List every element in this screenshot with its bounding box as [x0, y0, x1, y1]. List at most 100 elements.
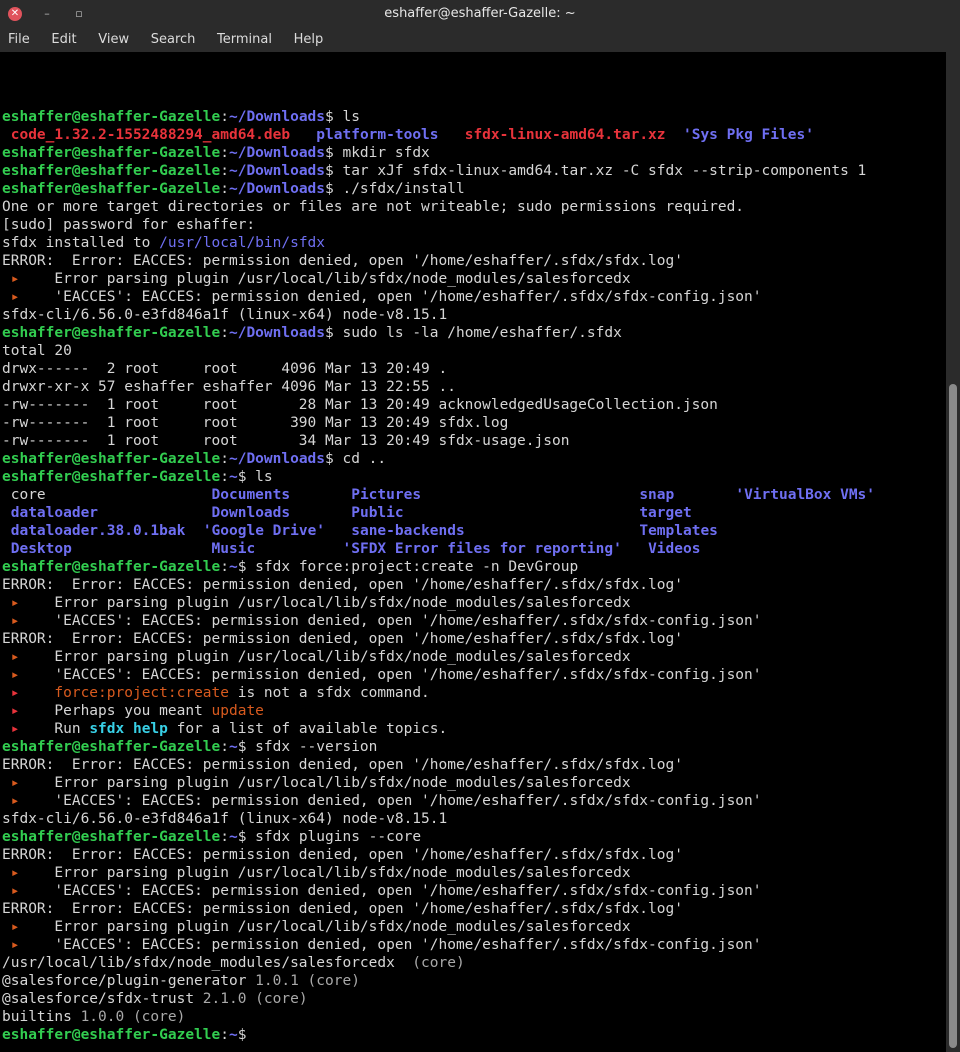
terminal-line: ▸ Perhaps you meant update: [2, 702, 875, 720]
terminal-text-segment: 'EACCES': EACCES: permission denied, ope…: [19, 667, 762, 683]
terminal-line: sfdx-cli/6.56.0-e3fd846a1f (linux-x64) n…: [2, 306, 875, 324]
terminal-text-segment: ▸: [2, 667, 20, 683]
terminal-text-segment: $ ls: [237, 469, 273, 485]
terminal-line: /usr/local/lib/sfdx/node_modules/salesfo…: [2, 954, 875, 972]
terminal-text-segment: eshaffer@eshaffer-Gazelle: [2, 829, 221, 845]
terminal-line: eshaffer@eshaffer-Gazelle:~$: [2, 1026, 875, 1044]
terminal-line: -rw------- 1 root root 390 Mar 13 20:49 …: [2, 414, 875, 432]
window-title: eshaffer@eshaffer-Gazelle: ~: [384, 6, 576, 21]
terminal-line: ▸ Run sfdx help for a list of available …: [2, 720, 875, 738]
terminal-line: ▸ 'EACCES': EACCES: permission denied, o…: [2, 612, 875, 630]
menu-bar: File Edit View Search Terminal Help: [0, 28, 960, 52]
terminal-text-segment: ~: [228, 829, 238, 845]
terminal-line: sfdx-cli/6.56.0-e3fd846a1f (linux-x64) n…: [2, 810, 875, 828]
terminal-line: ▸ 'EACCES': EACCES: permission denied, o…: [2, 936, 875, 954]
terminal-text-segment: core: [10, 487, 46, 503]
terminal-line: @salesforce/sfdx-trust 2.1.0 (core): [2, 990, 875, 1008]
terminal-text-segment: eshaffer@eshaffer-Gazelle: [2, 181, 221, 197]
terminal-text-segment: $ sudo ls -la /home/eshaffer/.sfdx: [325, 325, 622, 341]
terminal-text-segment: ERROR: Error: EACCES: permission denied,…: [2, 631, 683, 647]
terminal-text-segment: Pictures: [351, 487, 422, 503]
terminal-text-segment: ▸: [2, 775, 20, 791]
terminal-area[interactable]: eshaffer@eshaffer-Gazelle: ~/Downloads $ l…: [0, 52, 946, 1052]
terminal-line: drwx------ 2 root root 4096 Mar 13 20:49…: [2, 360, 875, 378]
terminal-text-segment: eshaffer@eshaffer-Gazelle: [2, 1027, 221, 1043]
terminal-text-segment: sane-backends: [351, 523, 465, 539]
menu-help[interactable]: Help: [290, 28, 328, 52]
menu-search[interactable]: Search: [147, 28, 200, 52]
menu-terminal[interactable]: Terminal: [213, 28, 276, 52]
terminal-text-segment: sfdx installed to: [2, 235, 160, 251]
terminal-text-segment: drwxr-xr-x 57 eshaffer eshaffer 4096 Mar…: [2, 379, 456, 395]
terminal-text-segment: ~: [228, 559, 238, 575]
terminal-text-segment: ▸: [2, 937, 20, 953]
terminal-text-segment: is not a sfdx command.: [229, 685, 430, 701]
terminal-text-segment: ▸: [2, 595, 20, 611]
terminal-text-segment: ERROR: Error: EACCES: permission denied,…: [2, 847, 683, 863]
terminal-line: ERROR: Error: EACCES: permission denied,…: [2, 252, 875, 270]
terminal-line: ▸ Error parsing plugin /usr/local/lib/sf…: [2, 270, 875, 288]
terminal-line: eshaffer@eshaffer-Gazelle:~/Downloads$ .…: [2, 180, 875, 198]
terminal-line: -rw------- 1 root root 28 Mar 13 20:49 a…: [2, 396, 875, 414]
terminal-text-segment: Error parsing plugin /usr/local/lib/sfdx…: [19, 919, 631, 935]
terminal-text-segment: 'Google Drive': [202, 523, 326, 539]
terminal-line: -rw------- 1 root root 34 Mar 13 20:49 s…: [2, 432, 875, 450]
terminal-text-segment: dataloader: [10, 505, 99, 521]
terminal-text-segment: $ mkdir sfdx: [325, 145, 430, 161]
terminal-line: @salesforce/plugin-generator 1.0.1 (core…: [2, 972, 875, 990]
terminal-line: sfdx installed to /usr/local/bin/sfdx: [2, 234, 875, 252]
terminal-text-segment: eshaffer@eshaffer-Gazelle: [2, 163, 221, 179]
terminal-text-segment: ▸: [2, 289, 20, 305]
terminal-text-segment: code_1.32.2-1552488294_amd64.deb: [10, 127, 291, 143]
terminal-text-segment: eshaffer@eshaffer-Gazelle: [2, 325, 221, 341]
terminal-text-segment: -rw------- 1 root root 28 Mar 13 20:49 a…: [2, 397, 718, 413]
terminal-text-segment: Run: [19, 721, 90, 737]
terminal-line: ▸ 'EACCES': EACCES: permission denied, o…: [2, 288, 875, 306]
terminal-line: ERROR: Error: EACCES: permission denied,…: [2, 756, 875, 774]
menu-view[interactable]: View: [94, 28, 133, 52]
terminal-text-segment: ▸: [2, 721, 20, 737]
terminal-line: ERROR: Error: EACCES: permission denied,…: [2, 630, 875, 648]
terminal-line: ▸ 'EACCES': EACCES: permission denied, o…: [2, 666, 875, 684]
terminal-text-segment: $: [237, 1027, 247, 1043]
terminal-text-segment: eshaffer@eshaffer-Gazelle: [2, 451, 221, 467]
terminal-text-segment: Downloads: [211, 505, 291, 521]
terminal-line: eshaffer@eshaffer-Gazelle:~/Downloads$ l…: [2, 108, 875, 126]
terminal-text-segment: target: [639, 505, 692, 521]
terminal-text-segment: :: [220, 109, 229, 125]
terminal-text-segment: Error parsing plugin /usr/local/lib/sfdx…: [19, 595, 631, 611]
terminal-text-segment: drwx------ 2 root root 4096 Mar 13 20:49…: [2, 361, 448, 377]
menu-file[interactable]: File: [4, 28, 34, 52]
terminal-line: eshaffer@eshaffer-Gazelle:~$ ls: [2, 468, 875, 486]
terminal-text-segment: -rw------- 1 root root 34 Mar 13 20:49 s…: [2, 433, 570, 449]
terminal-text-segment: eshaffer@eshaffer-Gazelle: [2, 469, 221, 485]
terminal-text-segment: :: [220, 145, 229, 161]
terminal-text-segment: Templates: [639, 523, 718, 539]
terminal-text-segment: eshaffer@eshaffer-Gazelle: [2, 559, 221, 575]
terminal-line: ▸ force:project:create is not a sfdx com…: [2, 684, 875, 702]
terminal-text-segment: ERROR: Error: EACCES: permission denied,…: [2, 901, 683, 917]
terminal-line: total 20: [2, 342, 875, 360]
terminal-text-segment: 'EACCES': EACCES: permission denied, ope…: [19, 937, 762, 953]
terminal-text-segment: $ ./sfdx/install: [325, 181, 465, 197]
terminal-line: dataloader Downloads Public target: [2, 504, 875, 522]
scrollbar-thumb[interactable]: [949, 384, 957, 1048]
terminal-line: eshaffer@eshaffer-Gazelle:~$ sfdx force:…: [2, 558, 875, 576]
terminal-line: ▸ 'EACCES': EACCES: permission denied, o…: [2, 792, 875, 810]
terminal-text-segment: ~/Downloads: [228, 451, 326, 467]
vertical-scrollbar[interactable]: [946, 52, 960, 1052]
terminal-line: core Documents Pictures snap 'VirtualBox…: [2, 486, 875, 504]
terminal-text-segment: ~: [228, 1027, 238, 1043]
terminal-line: [sudo] password for eshaffer:: [2, 216, 875, 234]
terminal-line: eshaffer@eshaffer-Gazelle:~/Downloads$ m…: [2, 144, 875, 162]
terminal-line: ▸ Error parsing plugin /usr/local/lib/sf…: [2, 594, 875, 612]
menu-edit[interactable]: Edit: [47, 28, 80, 52]
terminal-text-segment: ▸: [2, 883, 20, 899]
